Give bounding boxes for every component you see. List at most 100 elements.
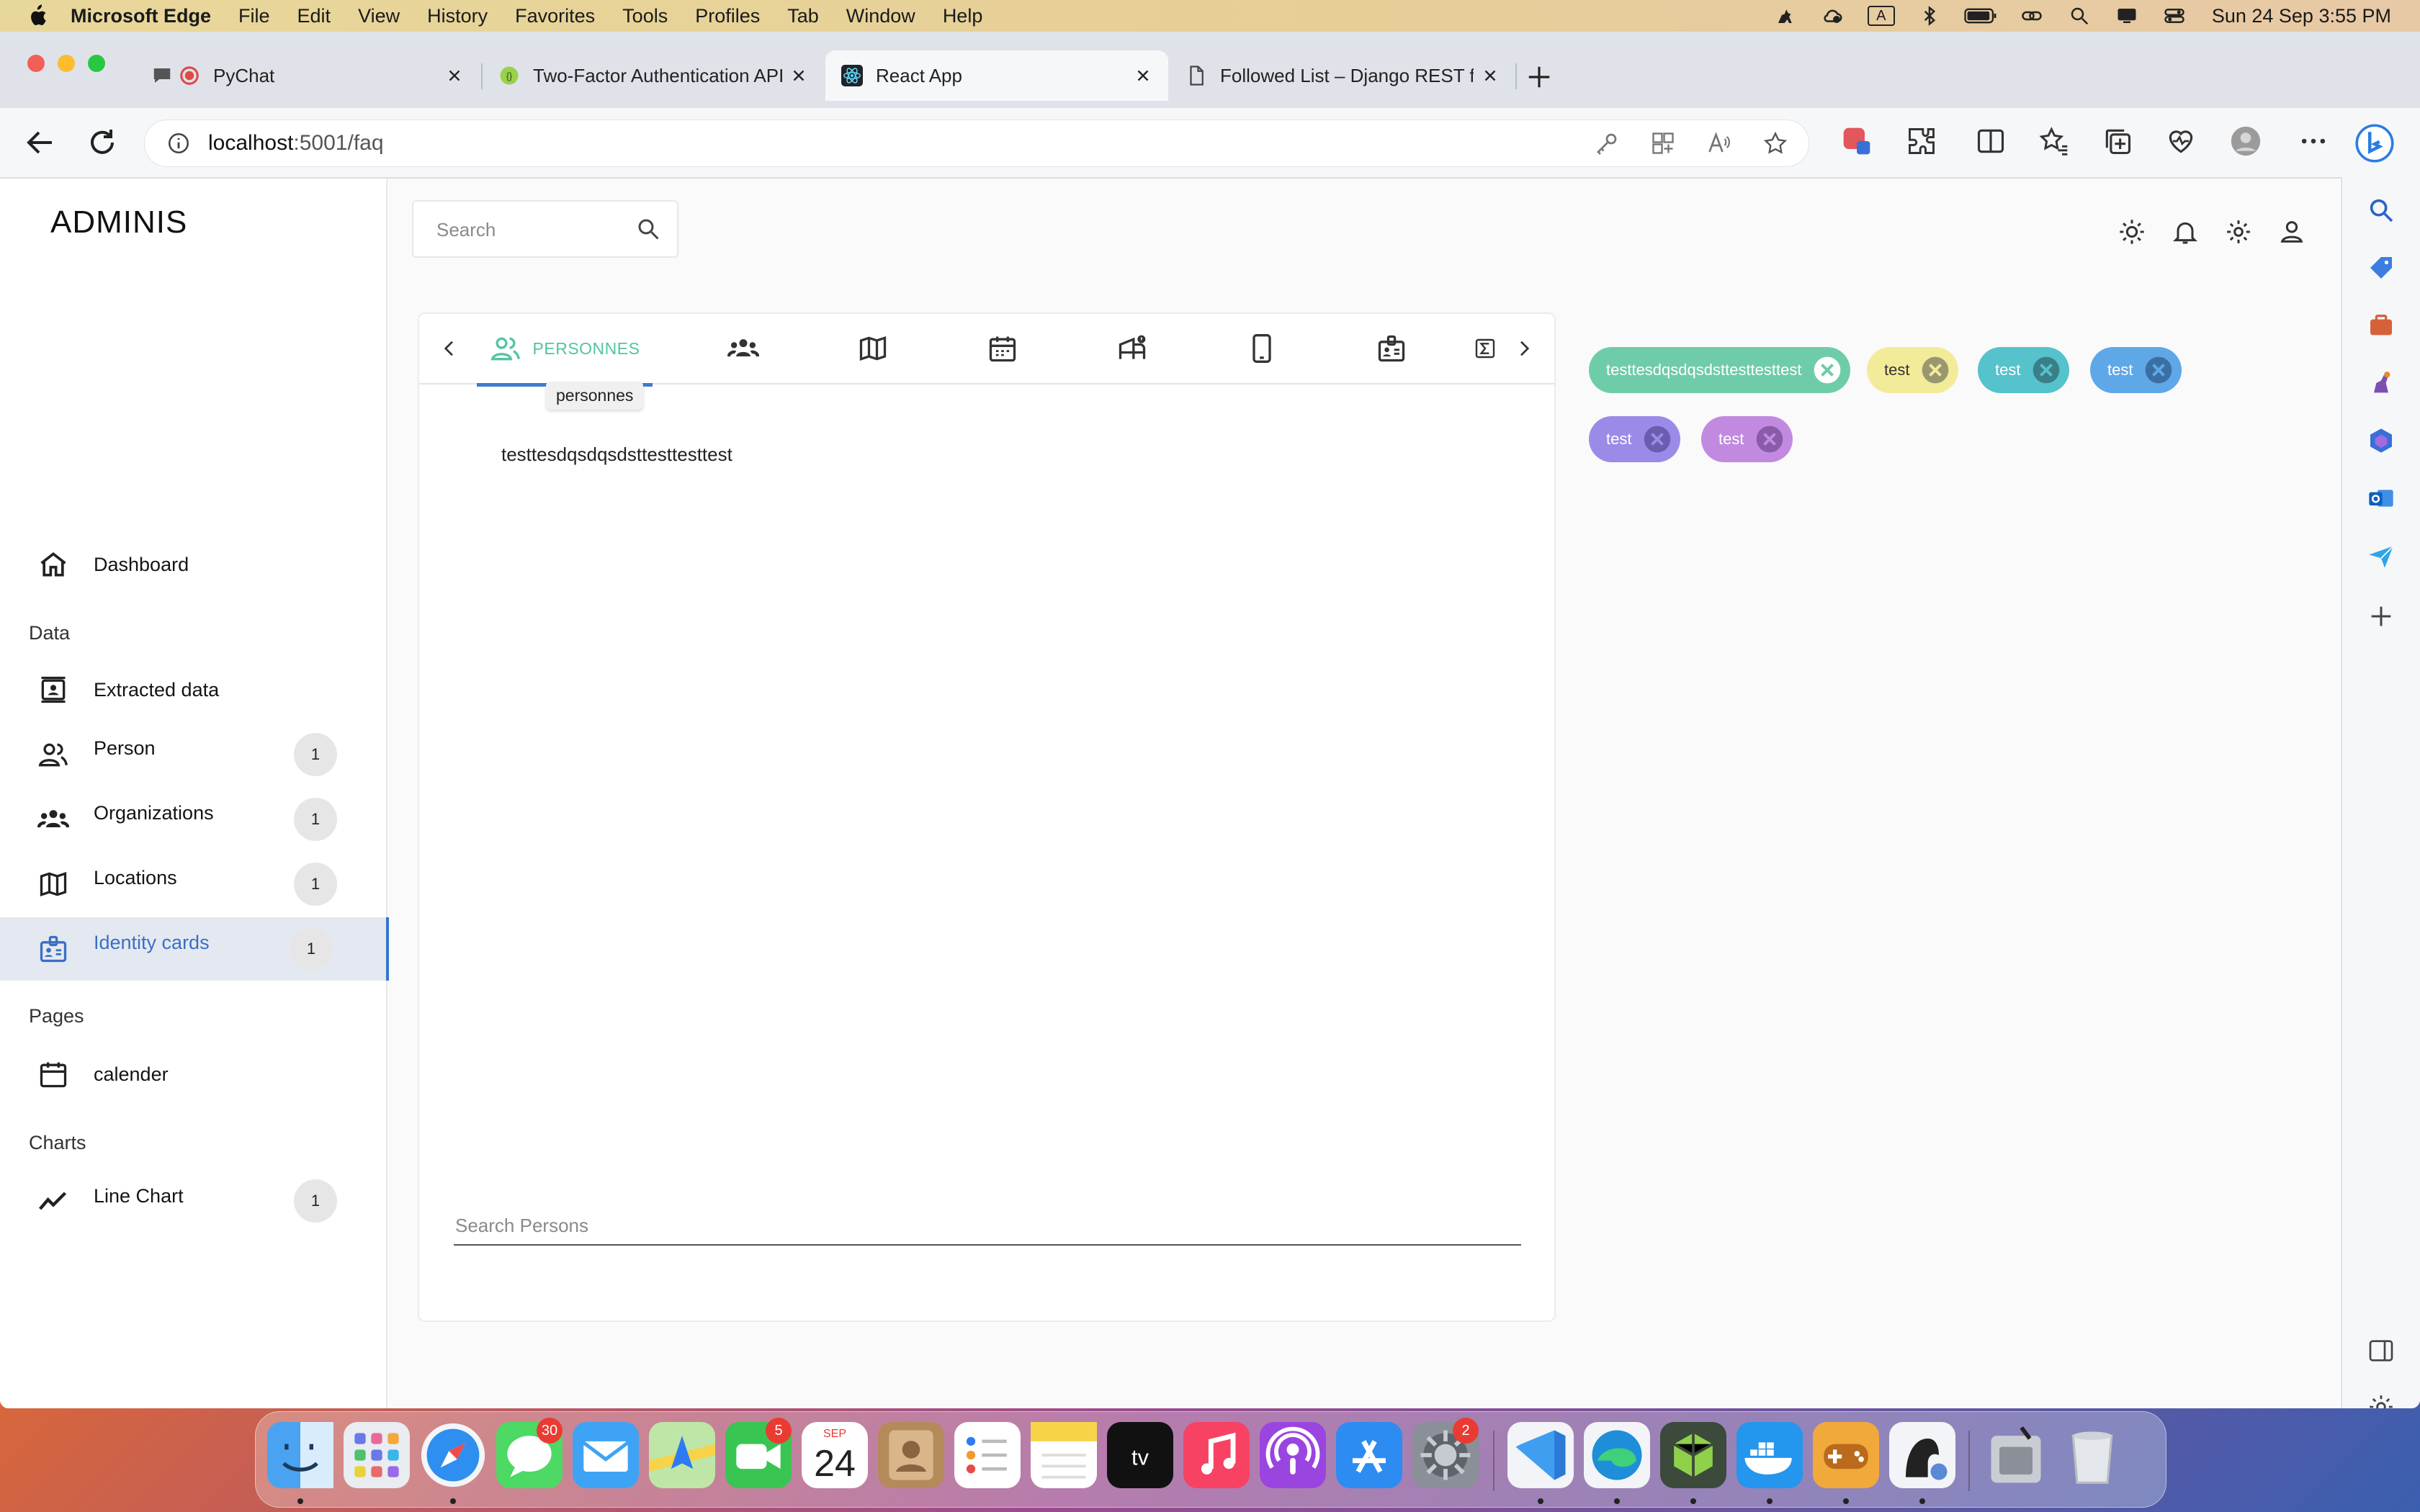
collections-icon[interactable] [2102,125,2133,157]
dock-maps-icon[interactable] [649,1422,715,1488]
dock-downloads-icon[interactable] [1983,1422,2049,1488]
tab-phones[interactable] [1211,314,1312,383]
favorites-icon[interactable] [2038,125,2070,157]
dock-trash-icon[interactable] [2059,1422,2125,1488]
add-icon[interactable] [2367,602,2396,631]
close-icon[interactable] [1813,356,1842,384]
menu-profiles[interactable]: Profiles [695,5,760,27]
tab-organizations[interactable] [693,314,794,383]
close-tab-icon[interactable] [445,66,464,85]
sidebar-item-locations[interactable]: Locations 1 [0,852,386,916]
shopping-tag-icon[interactable] [2367,253,2396,282]
menu-favorites[interactable]: Favorites [515,5,595,27]
search-icon[interactable] [2066,5,2092,27]
dock-game-icon[interactable] [1813,1422,1879,1488]
browser-tab-react-app[interactable]: React App [825,50,1168,101]
browser-tab-pychat[interactable]: PyChat [135,50,480,101]
apple-icon[interactable] [26,4,48,28]
search-result-item[interactable]: testtesdqsdqsdsttesttesttest [501,444,732,466]
menu-edit[interactable]: Edit [297,5,331,27]
tag-chip[interactable]: test [1701,416,1793,462]
dock-edge-icon[interactable] [1584,1422,1650,1488]
minimize-window-button[interactable] [58,55,75,72]
dock-contacts-icon[interactable] [878,1422,944,1488]
menu-help[interactable]: Help [943,5,983,27]
menu-app-name[interactable]: Microsoft Edge [71,5,211,27]
search-input[interactable] [435,216,618,243]
close-tab-icon[interactable] [789,66,808,85]
dock-reminders-icon[interactable] [954,1422,1021,1488]
dock-safari-icon[interactable] [420,1422,486,1488]
menu-tools[interactable]: Tools [622,5,668,27]
tab-sum[interactable] [1456,314,1497,383]
bluetooth-icon[interactable] [1917,5,1942,27]
chevron-left-icon[interactable] [438,337,461,360]
battery-icon[interactable] [1964,5,1997,27]
notifications-bell-icon[interactable] [2171,217,2200,246]
microsoft-365-icon[interactable] [2367,426,2396,455]
sidebar-item-organizations[interactable]: Organizations 1 [0,788,386,851]
user-profile-icon[interactable] [2277,217,2306,246]
app-logo[interactable]: ADMINIS [50,204,187,240]
tag-chip[interactable]: test [1589,416,1681,462]
games-icon[interactable] [2367,369,2396,397]
tab-identity-cards[interactable] [1341,314,1442,383]
outlook-icon[interactable] [2367,484,2396,513]
dock-docker-icon[interactable] [1736,1422,1803,1488]
sidebar-item-line-chart[interactable]: Line Chart 1 [0,1169,386,1233]
key-icon[interactable] [1594,130,1620,156]
close-icon[interactable] [2144,356,2173,384]
more-options-icon[interactable] [2298,125,2329,157]
menu-window[interactable]: Window [846,5,915,27]
theme-toggle-icon[interactable] [2118,217,2146,246]
split-screen-icon[interactable] [1975,125,2007,157]
tab-personnes[interactable]: PERSONNES [477,314,653,387]
new-tab-icon[interactable] [1525,63,1553,91]
tag-chip[interactable]: test [2090,347,2182,393]
cloud-sync-icon[interactable] [1820,5,1846,27]
input-source-indicator[interactable]: A [1867,6,1895,26]
screen-share-icon[interactable] [2114,5,2140,27]
dock-cube-app-icon[interactable] [1660,1422,1726,1488]
link-icon[interactable] [2019,5,2045,27]
sidebar-item-calender[interactable]: calender [0,1043,386,1106]
send-icon[interactable] [2367,541,2396,570]
close-icon[interactable] [1921,356,1950,384]
browser-tab-followed-list[interactable]: Followed List – Django REST fr [1170,50,1515,101]
close-icon[interactable] [2032,356,2061,384]
tools-icon[interactable] [2367,311,2396,340]
menu-tab[interactable]: Tab [787,5,819,27]
dock-tv-icon[interactable]: tv [1107,1422,1173,1488]
extension-badge-icon[interactable] [1841,125,1873,157]
close-window-button[interactable] [27,55,45,72]
tab-dates[interactable] [952,314,1053,383]
dock-sequel-icon[interactable] [1889,1422,1955,1488]
menu-history[interactable]: History [427,5,488,27]
performance-icon[interactable] [2165,125,2197,157]
tag-chip[interactable]: testtesdqsdqsdsttesttesttest [1589,347,1851,393]
dock-vscode-icon[interactable] [1507,1422,1574,1488]
address-bar[interactable]: localhost:5001/faq [144,120,1809,167]
bing-copilot-icon[interactable] [2355,124,2394,163]
close-tab-icon[interactable] [1481,66,1500,85]
dock-music-icon[interactable] [1183,1422,1250,1488]
sidebar-item-person[interactable]: Person 1 [0,723,386,786]
clock[interactable]: Sun 24 Sep 3:55 PM [2212,5,2391,27]
dock-notes-icon[interactable] [1031,1422,1097,1488]
settings-gear-icon[interactable] [2224,217,2253,246]
dock-finder-icon[interactable] [267,1422,333,1488]
favorite-star-icon[interactable] [1762,130,1788,156]
dock-launchpad-icon[interactable] [344,1422,410,1488]
menu-file[interactable]: File [238,5,270,27]
sidebar-item-dashboard[interactable]: Dashboard [0,533,386,596]
tag-chip[interactable]: test [1867,347,1959,393]
settings-gear-icon[interactable] [2367,1392,2396,1408]
sidebar-item-extracted-data[interactable]: Extracted data [0,658,386,721]
control-center-icon[interactable] [2161,5,2187,27]
close-icon[interactable] [1755,425,1784,454]
dock-calendar-icon[interactable]: SEP 24 [802,1422,868,1488]
search-icon[interactable] [2367,196,2396,225]
close-tab-icon[interactable] [1134,66,1152,85]
read-aloud-icon[interactable] [1706,130,1732,156]
sidebar-item-identity-cards[interactable]: Identity cards 1 [0,917,389,981]
